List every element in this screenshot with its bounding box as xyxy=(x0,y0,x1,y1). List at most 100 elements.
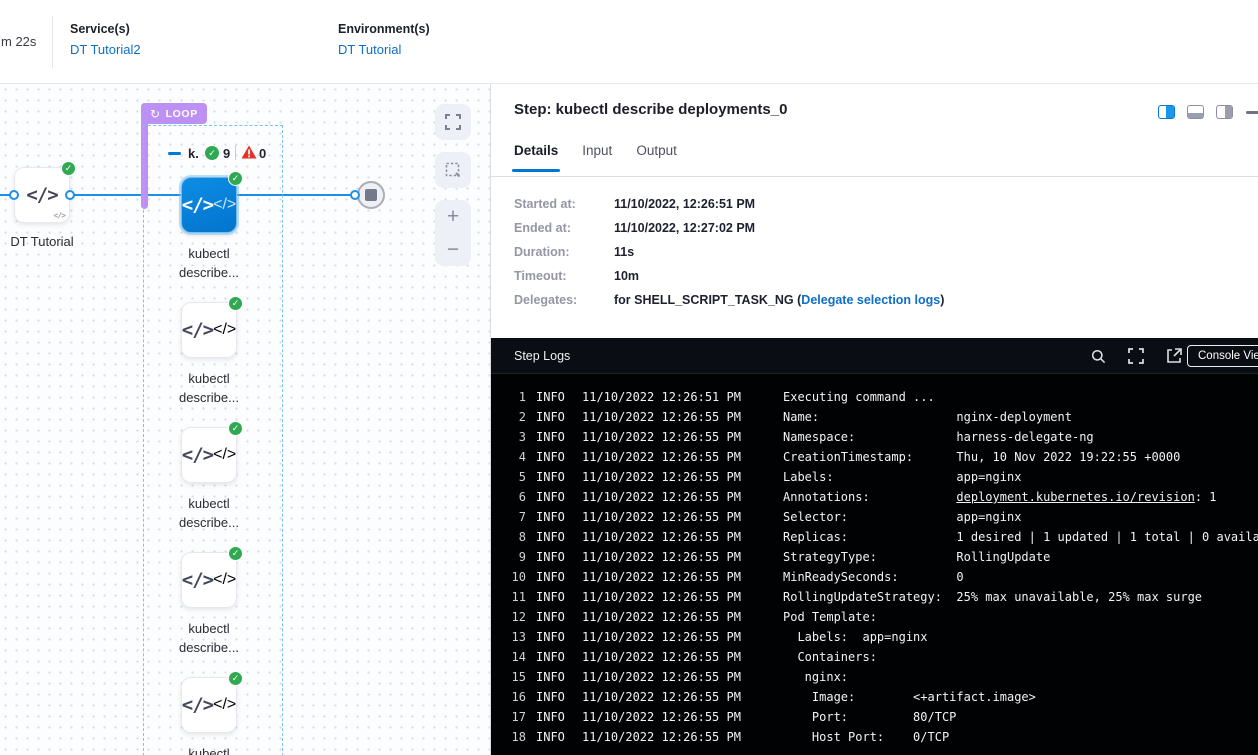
log-timestamp: 11/10/2022 12:26:55 PM xyxy=(582,427,742,447)
log-annotation-link[interactable]: deployment.kubernetes.io/revision xyxy=(956,490,1194,504)
log-message: Replicas: 1 desired | 1 updated | 1 tota… xyxy=(783,527,1258,547)
detail-label: Duration: xyxy=(514,245,614,260)
log-message: Labels: app=nginx xyxy=(783,467,1021,487)
detail-row: Duration:11s xyxy=(514,245,944,260)
layout-split-right-icon[interactable] xyxy=(1158,105,1175,119)
step-node-label: kubectldescribe... xyxy=(139,369,279,407)
log-line-number: 5 xyxy=(491,467,526,487)
log-line: 12INFO11/10/2022 12:26:55 PMPod Template… xyxy=(491,607,1258,627)
log-line-number: 15 xyxy=(491,667,526,687)
layout-right-panel-icon[interactable] xyxy=(1216,105,1233,119)
service-link[interactable]: DT Tutorial2 xyxy=(70,42,141,57)
fail-count: 0 xyxy=(259,146,266,161)
marquee-select-button[interactable] xyxy=(435,152,471,188)
log-level: INFO xyxy=(536,707,566,727)
log-level: INFO xyxy=(536,467,566,487)
log-timestamp: 11/10/2022 12:26:55 PM xyxy=(582,607,742,627)
step-details-list: Started at:11/10/2022, 12:26:51 PM Ended … xyxy=(514,197,944,317)
step-node-label: kubectldescribe... xyxy=(139,744,279,755)
step-node-kubectl-describe[interactable]: </></>✓ xyxy=(181,677,237,733)
shell-script-icon: </> xyxy=(182,194,213,216)
log-message: RollingUpdateStrategy: 25% max unavailab… xyxy=(783,587,1202,607)
log-line: 5INFO11/10/2022 12:26:55 PMLabels: app=n… xyxy=(491,467,1258,487)
step-node-kubectl-describe[interactable]: </></>✓ xyxy=(181,177,237,233)
log-line: 14INFO11/10/2022 12:26:55 PM Containers: xyxy=(491,647,1258,667)
execution-header-bar: m 22s Service(s) DT Tutorial2 Environmen… xyxy=(0,0,1258,84)
success-badge-icon: ✓ xyxy=(61,161,76,176)
step-node-kubectl-describe[interactable]: </></>✓ xyxy=(181,427,237,483)
log-level: INFO xyxy=(536,427,566,447)
log-timestamp: 11/10/2022 12:26:55 PM xyxy=(582,707,742,727)
tab-details[interactable]: Details xyxy=(514,143,558,172)
log-line: 17INFO11/10/2022 12:26:55 PM Port: 80/TC… xyxy=(491,707,1258,727)
log-line: 10INFO11/10/2022 12:26:55 PMMinReadySeco… xyxy=(491,567,1258,587)
environment-link[interactable]: DT Tutorial xyxy=(338,42,401,57)
log-line: 4INFO11/10/2022 12:26:55 PMCreationTimes… xyxy=(491,447,1258,467)
delegate-selection-logs-link[interactable]: Delegate selection logs xyxy=(801,293,940,307)
log-line: 13INFO11/10/2022 12:26:55 PM Labels: app… xyxy=(491,627,1258,647)
success-badge-icon: ✓ xyxy=(228,546,243,561)
loop-group-name: k. xyxy=(188,146,199,161)
step-node-kubectl-describe[interactable]: </></>✓ xyxy=(181,552,237,608)
log-line-number: 3 xyxy=(491,427,526,447)
step-node-kubectl-describe[interactable]: </></>✓ xyxy=(181,302,237,358)
step-node-dt-tutorial[interactable]: </> </> ✓ xyxy=(14,167,70,223)
fullscreen-icon[interactable] xyxy=(1128,348,1144,364)
log-message: nginx: xyxy=(783,667,848,687)
log-line-number: 16 xyxy=(491,687,526,707)
console-view-button[interactable]: Console View xyxy=(1187,345,1258,367)
log-message: Port: 80/TCP xyxy=(783,707,956,727)
log-line: 18INFO11/10/2022 12:26:55 PM Host Port: … xyxy=(491,727,1258,747)
log-timestamp: 11/10/2022 12:26:55 PM xyxy=(582,527,742,547)
log-line: 11INFO11/10/2022 12:26:55 PMRollingUpdat… xyxy=(491,587,1258,607)
shell-script-icon: </> xyxy=(182,694,213,716)
pipeline-canvas[interactable]: ↻ LOOP k. ✓ 9 0 </> </> ✓ DT Tutorial </… xyxy=(0,84,491,755)
node-port xyxy=(65,190,75,200)
step-node-label: DT Tutorial xyxy=(0,232,112,251)
shell-script-icon: </> xyxy=(182,569,213,591)
detail-value: 11/10/2022, 12:26:51 PM xyxy=(614,197,755,212)
tab-output[interactable]: Output xyxy=(636,143,677,172)
log-timestamp: 11/10/2022 12:26:55 PM xyxy=(582,687,742,707)
layout-bottom-panel-icon[interactable] xyxy=(1187,105,1204,119)
log-timestamp: 11/10/2022 12:26:55 PM xyxy=(582,587,742,607)
log-message: CreationTimestamp: Thu, 10 Nov 2022 19:2… xyxy=(783,447,1180,467)
minimize-panel-icon[interactable] xyxy=(1246,111,1258,114)
log-level: INFO xyxy=(536,667,566,687)
tabs: Details Input Output xyxy=(514,143,677,172)
log-timestamp: 11/10/2022 12:26:55 PM xyxy=(582,647,742,667)
detail-label: Started at: xyxy=(514,197,614,212)
log-level: INFO xyxy=(536,727,566,747)
step-logs-console[interactable]: 1INFO11/10/2022 12:26:51 PMExecuting com… xyxy=(491,374,1258,755)
step-node-label: kubectldescribe... xyxy=(139,244,279,282)
shell-script-icon: </> xyxy=(182,319,213,341)
detail-row: Ended at:11/10/2022, 12:27:02 PM xyxy=(514,221,944,236)
shell-script-mini-icon: </> xyxy=(54,211,65,220)
fit-to-screen-button[interactable] xyxy=(435,104,471,140)
log-level: INFO xyxy=(536,627,566,647)
log-timestamp: 11/10/2022 12:26:55 PM xyxy=(582,667,742,687)
open-in-new-icon[interactable] xyxy=(1166,348,1182,364)
log-message: Labels: app=nginx xyxy=(783,627,928,647)
tab-input[interactable]: Input xyxy=(582,143,612,172)
log-line-number: 6 xyxy=(491,487,526,507)
shell-script-mini-icon: </> xyxy=(213,446,236,464)
log-line: 2INFO11/10/2022 12:26:55 PMName: nginx-d… xyxy=(491,407,1258,427)
log-message: Containers: xyxy=(783,647,877,667)
log-level: INFO xyxy=(536,587,566,607)
log-message: Host Port: 0/TCP xyxy=(783,727,949,747)
log-line-number: 14 xyxy=(491,647,526,667)
step-logs-header: Step Logs Console View xyxy=(491,338,1258,374)
zoom-out-button[interactable]: − xyxy=(447,239,459,260)
loop-badge: ↻ LOOP xyxy=(143,103,207,124)
log-line-number: 1 xyxy=(491,387,526,407)
log-timestamp: 11/10/2022 12:26:55 PM xyxy=(582,507,742,527)
log-level: INFO xyxy=(536,527,566,547)
zoom-in-button[interactable]: + xyxy=(447,206,459,227)
collapse-group-icon[interactable] xyxy=(168,152,181,155)
search-icon[interactable] xyxy=(1091,349,1106,364)
zoom-controls: + − xyxy=(435,200,471,266)
log-line-number: 2 xyxy=(491,407,526,427)
log-line-number: 7 xyxy=(491,507,526,527)
stop-node[interactable] xyxy=(357,181,385,209)
